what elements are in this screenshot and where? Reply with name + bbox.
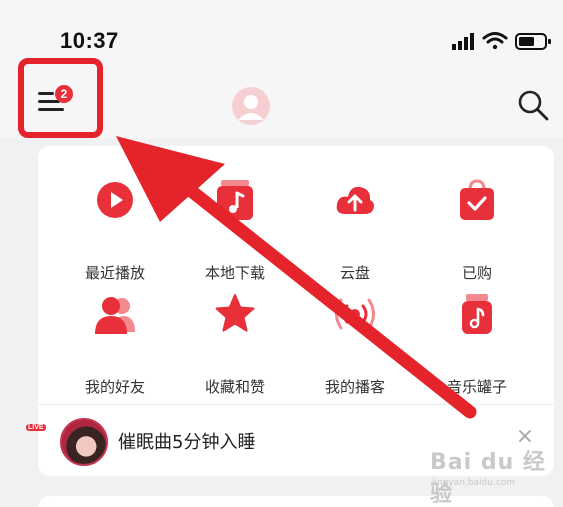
watermark-main: Bai du 经验: [430, 450, 546, 507]
avatar[interactable]: [231, 86, 271, 126]
grid-label: 我的好友: [84, 378, 145, 396]
grid-item-cloud[interactable]: 云盘: [290, 178, 420, 282]
grid-item-local[interactable]: 本地下载: [170, 178, 300, 282]
grid-item-friends[interactable]: 我的好友: [50, 292, 180, 396]
grid-label: 本地下载: [204, 264, 265, 282]
battery-icon: [515, 33, 551, 50]
grid-item-recent[interactable]: 最近播放: [50, 178, 180, 282]
now-playing-cover[interactable]: [60, 418, 108, 466]
music-jar-icon: [462, 294, 492, 334]
cloud-upload-icon: [336, 186, 374, 214]
podcast-icon: [335, 298, 375, 330]
star-icon: [215, 294, 255, 332]
cellular-signal-icon: [452, 33, 474, 50]
grid-label: 已购: [461, 264, 492, 282]
grid-item-music-jar[interactable]: 音乐罐子: [412, 292, 542, 396]
grid-label: 云盘: [339, 264, 370, 282]
friends-icon: [95, 297, 135, 334]
watermark: Bai du 经验 jingyan.baidu.com: [430, 444, 560, 507]
live-badge: LIVE: [26, 424, 46, 431]
grid-label: 最近播放: [84, 264, 145, 282]
watermark-sub: jingyan.baidu.com: [432, 478, 516, 488]
purchased-bag-icon: [460, 179, 494, 220]
play-icon: [97, 182, 133, 218]
local-music-icon: [217, 180, 253, 220]
status-time: 10:37: [60, 28, 119, 53]
wifi-icon: [482, 32, 508, 50]
search-icon[interactable]: [516, 88, 550, 122]
status-icons: [452, 32, 551, 50]
grid-label: 收藏和赞: [204, 378, 265, 396]
grid-label: 我的播客: [324, 378, 385, 396]
grid-item-favorites[interactable]: 收藏和赞: [170, 292, 300, 396]
grid-label: 音乐罐子: [446, 378, 507, 396]
grid-item-podcast[interactable]: 我的播客: [290, 292, 420, 396]
grid-item-purchased[interactable]: 已购: [412, 178, 542, 282]
highlight-box: [18, 58, 103, 138]
phone-screen: 10:37 2 最近播放 本地下载 云盘 已购 我的好友 收藏和赞 我的播客 音…: [0, 0, 563, 507]
now-playing-title[interactable]: 催眠曲5分钟入睡: [118, 428, 255, 454]
